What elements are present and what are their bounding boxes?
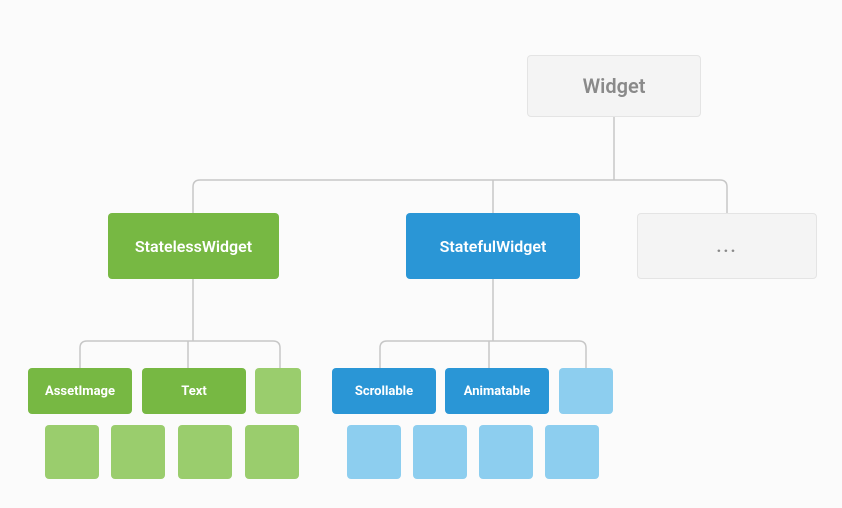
node-scrollable: Scrollable <box>332 368 436 414</box>
node-stateful-widget: StatefulWidget <box>406 213 580 279</box>
node-stateful-extra-4 <box>545 425 599 479</box>
node-stateful-extra-1 <box>347 425 401 479</box>
node-stateless-child-placeholder <box>255 368 301 414</box>
node-stateful-extra-3 <box>479 425 533 479</box>
node-stateless-extra-3 <box>178 425 232 479</box>
node-stateful-extra-2 <box>413 425 467 479</box>
node-more-placeholder: ... <box>637 213 817 279</box>
node-stateless-extra-2 <box>111 425 165 479</box>
node-widget-root: Widget <box>527 55 701 117</box>
node-stateful-child-placeholder <box>559 368 613 414</box>
node-stateless-extra-1 <box>45 425 99 479</box>
node-asset-image: AssetImage <box>28 368 132 414</box>
node-stateless-widget: StatelessWidget <box>108 213 279 279</box>
node-stateless-extra-4 <box>245 425 299 479</box>
node-text: Text <box>142 368 246 414</box>
node-animatable: Animatable <box>445 368 549 414</box>
